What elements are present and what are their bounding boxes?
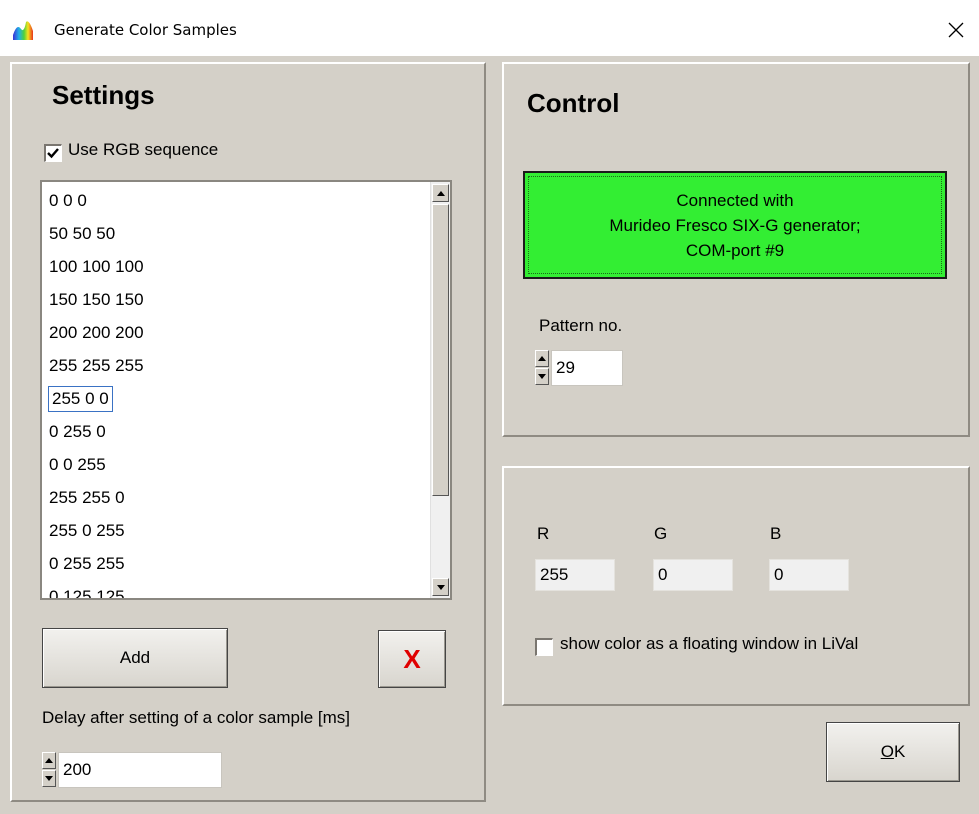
control-panel: Control Connected with Murideo Fresco SIX…: [502, 62, 970, 437]
control-heading: Control: [527, 88, 620, 118]
pattern-input[interactable]: 29: [551, 350, 623, 386]
list-item[interactable]: 0 125 125: [49, 584, 125, 598]
g-value-field: 0: [653, 559, 733, 591]
list-item[interactable]: 0 255 255: [49, 551, 125, 577]
list-item[interactable]: 200 200 200: [49, 320, 144, 346]
delay-label: Delay after setting of a color sample [m…: [42, 708, 351, 727]
rgb-sequence-list[interactable]: 0 0 0 50 50 50 100 100 100 150 150 150 200 2…: [40, 180, 452, 600]
arrow-down-icon: [436, 584, 445, 590]
list-item[interactable]: 150 150 150: [49, 287, 144, 313]
delay-spinner[interactable]: [42, 752, 56, 788]
floating-window-label: show color as a floating window in LiVal: [560, 634, 859, 653]
list-scrollbar[interactable]: [430, 182, 450, 598]
r-label: R: [537, 524, 550, 543]
delay-decrement-button[interactable]: [42, 770, 56, 787]
add-button-label: Add: [119, 648, 151, 667]
color-panel: R G B 255 0 0 show color as a floating w…: [502, 466, 970, 706]
settings-panel: Settings Use RGB sequence 0 0 0 50 50 50 1…: [10, 62, 486, 802]
list-item[interactable]: 255 0 0: [48, 386, 113, 412]
arrow-down-icon: [45, 776, 53, 781]
floating-window-checkbox[interactable]: [535, 638, 553, 656]
close-icon: [948, 22, 964, 38]
ok-button-label: OK: [880, 742, 906, 761]
g-label: G: [654, 524, 668, 543]
dialog-client: Settings Use RGB sequence 0 0 0 50 50 50 1…: [0, 56, 979, 814]
list-item[interactable]: 100 100 100: [49, 254, 144, 280]
status-line: COM-port #9: [685, 240, 785, 260]
settings-heading: Settings: [52, 80, 155, 110]
scroll-up-button[interactable]: [432, 184, 449, 202]
use-rgb-checkbox[interactable]: [44, 144, 62, 162]
delay-increment-button[interactable]: [42, 752, 56, 769]
close-button[interactable]: [933, 10, 979, 50]
delay-input[interactable]: 200: [58, 752, 222, 788]
title-bar: Generate Color Samples: [0, 0, 979, 56]
arrow-up-icon: [538, 356, 546, 361]
pattern-spinner[interactable]: [535, 350, 549, 386]
scroll-down-button[interactable]: [432, 578, 449, 596]
pattern-decrement-button[interactable]: [535, 368, 549, 385]
arrow-up-icon: [45, 758, 53, 763]
list-item[interactable]: 0 255 0: [49, 419, 106, 445]
list-item[interactable]: 0 0 0: [49, 188, 87, 214]
list-item[interactable]: 255 255 255: [49, 353, 144, 379]
r-value-field: 255: [535, 559, 615, 591]
spectrum-icon: [13, 21, 33, 40]
b-label: B: [770, 524, 782, 543]
add-button[interactable]: Add: [42, 628, 228, 688]
connection-status-box: Connected with Murideo Fresco SIX-G gener…: [523, 171, 947, 279]
connection-status-text: Connected with Murideo Fresco SIX-G gener…: [609, 188, 860, 263]
ok-button[interactable]: OK: [826, 722, 960, 782]
status-line: Murideo Fresco SIX-G generator;: [609, 215, 861, 235]
scroll-thumb[interactable]: [432, 204, 449, 496]
list-item[interactable]: 255 0 255: [49, 518, 125, 544]
status-line: Connected with: [676, 190, 794, 210]
arrow-down-icon: [538, 374, 546, 379]
delete-button[interactable]: X: [378, 630, 446, 688]
b-value-field: 0: [769, 559, 849, 591]
list-item[interactable]: 255 255 0: [49, 485, 125, 511]
delete-button-label: X: [403, 643, 421, 674]
list-item[interactable]: 50 50 50: [49, 221, 115, 247]
window-title: Generate Color Samples: [54, 21, 237, 39]
list-item[interactable]: 0 0 255: [49, 452, 106, 478]
arrow-up-icon: [436, 190, 445, 196]
use-rgb-label: Use RGB sequence: [68, 140, 219, 159]
pattern-increment-button[interactable]: [535, 350, 549, 367]
checkmark-icon: [47, 148, 59, 159]
pattern-label: Pattern no.: [539, 316, 623, 335]
